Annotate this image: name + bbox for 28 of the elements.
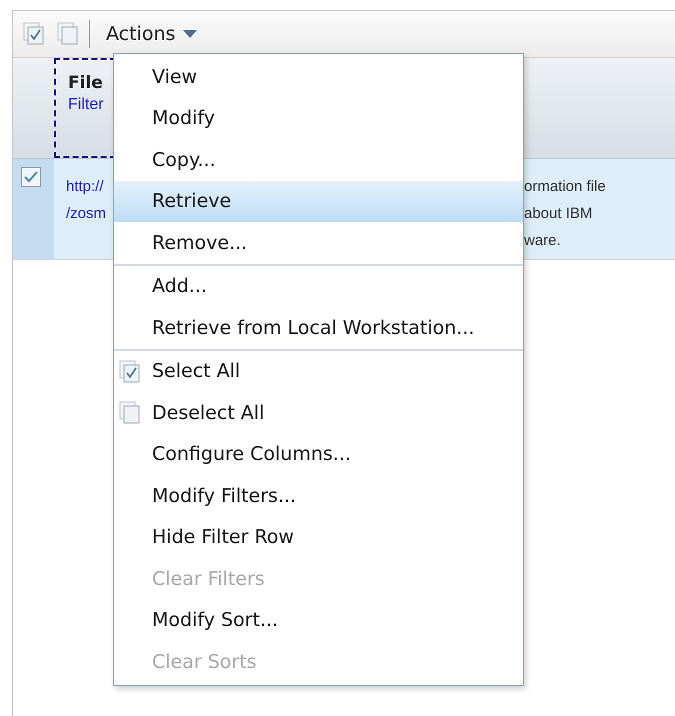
file-link-text[interactable]: /zosm <box>66 200 114 227</box>
checked-stack-icon <box>23 22 45 46</box>
menu-item[interactable]: Modify Filters... <box>114 475 523 516</box>
menu-item[interactable]: Retrieve <box>114 180 523 222</box>
menu-item[interactable]: Add... <box>114 266 523 307</box>
actions-button[interactable]: Actions <box>98 20 206 48</box>
checked-stack-icon <box>119 360 141 384</box>
caret-icon <box>183 30 198 38</box>
description-text: about IBM <box>524 204 594 224</box>
filter-link[interactable]: Filter <box>68 94 104 116</box>
menu-item[interactable]: Remove... <box>114 222 523 264</box>
menu-item[interactable]: Deselect All <box>114 392 523 434</box>
empty-stack-icon <box>57 22 79 46</box>
description-text: ware. <box>524 231 562 251</box>
menu-item[interactable]: Retrieve from Local Workstation... <box>114 307 523 348</box>
empty-stack-icon <box>119 401 141 425</box>
check-icon <box>24 171 38 183</box>
menu-item[interactable]: Select All <box>114 350 523 392</box>
menu-item[interactable]: Modify <box>114 98 523 139</box>
column-title: File <box>68 72 103 94</box>
row-checkbox[interactable] <box>21 167 41 187</box>
menu-item[interactable]: Modify Sort... <box>114 600 523 641</box>
menu-item[interactable]: View <box>114 56 523 98</box>
menu-item[interactable]: Hide Filter Row <box>114 516 523 558</box>
description-text: ormation file <box>524 177 606 197</box>
menu-item[interactable]: Copy... <box>114 139 523 180</box>
file-link-text[interactable]: http:// <box>66 173 114 200</box>
menu-item[interactable]: Configure Columns... <box>114 434 523 475</box>
